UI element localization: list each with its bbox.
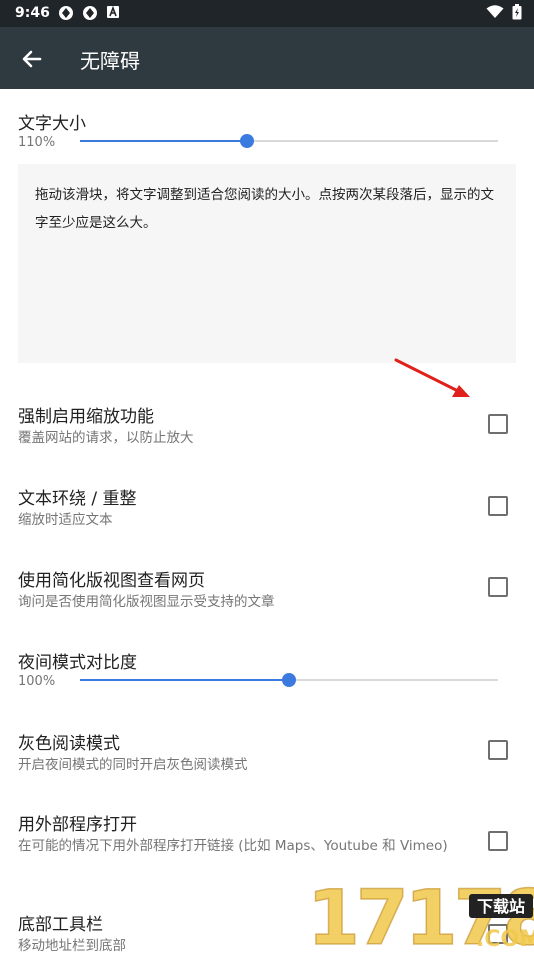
text-reflow-checkbox[interactable] [488, 496, 508, 516]
night-contrast-label: 夜间模式对比度 [18, 653, 137, 673]
svg-text:.COM: .COM [476, 927, 534, 950]
night-contrast-slider[interactable] [80, 673, 498, 687]
text-size-preview: 拖动该滑块，将文字调整到适合您阅读的大小。点按两次某段落后，显示的文字至少应是这… [18, 164, 516, 363]
back-arrow-icon[interactable] [18, 45, 46, 73]
slider-thumb[interactable] [282, 673, 296, 687]
pref-title: 强制启用缩放功能 [18, 407, 154, 427]
external-apps-checkbox[interactable] [488, 831, 508, 851]
text-size-slider[interactable] [80, 134, 498, 148]
pref-title: 用外部程序打开 [18, 815, 137, 835]
night-contrast-value: 100% [18, 674, 56, 689]
pref-summary: 开启夜间模式的同时开启灰色阅读模式 [18, 757, 248, 773]
slider-fill [80, 140, 248, 142]
annotation-arrow-icon [394, 358, 470, 397]
pref-title: 底部工具栏 [18, 915, 103, 935]
slider-thumb[interactable] [240, 134, 255, 148]
force-zoom-checkbox[interactable] [488, 414, 508, 434]
status-time: 9:46 [15, 5, 50, 21]
battery-icon [512, 4, 522, 20]
page-title: 无障碍 [80, 49, 140, 73]
text-size-label: 文字大小 [18, 114, 86, 134]
pref-title: 文本环绕 / 重整 [18, 489, 137, 509]
pref-summary: 询问是否使用简化版视图显示受支持的文章 [18, 594, 275, 610]
gray-reading-checkbox[interactable] [488, 740, 508, 760]
preview-text: 拖动该滑块，将文字调整到适合您阅读的大小。点按两次某段落后，显示的文字至少应是这… [35, 187, 494, 231]
app-notification-icon [59, 6, 73, 20]
pref-summary: 在可能的情况下用外部程序打开链接 (比如 Maps、Youtube 和 Vime… [18, 838, 448, 854]
text-size-value: 110% [18, 135, 56, 150]
watermark-logo: 17178 下载站 .COM [306, 872, 534, 950]
status-bar: 9:46 [0, 0, 534, 27]
app-toolbar: 无障碍 [0, 27, 534, 89]
wifi-icon [486, 5, 504, 18]
slider-fill [80, 679, 289, 681]
app-notification-icon [83, 6, 97, 20]
pref-summary: 缩放时适应文本 [18, 512, 113, 528]
pref-title: 灰色阅读模式 [18, 734, 120, 754]
a-notification-icon [107, 5, 119, 18]
simplified-view-checkbox[interactable] [488, 577, 508, 597]
svg-text:下载站: 下载站 [477, 897, 525, 916]
pref-summary: 覆盖网站的请求，以防止放大 [18, 430, 194, 446]
pref-title: 使用简化版视图查看网页 [18, 571, 205, 591]
